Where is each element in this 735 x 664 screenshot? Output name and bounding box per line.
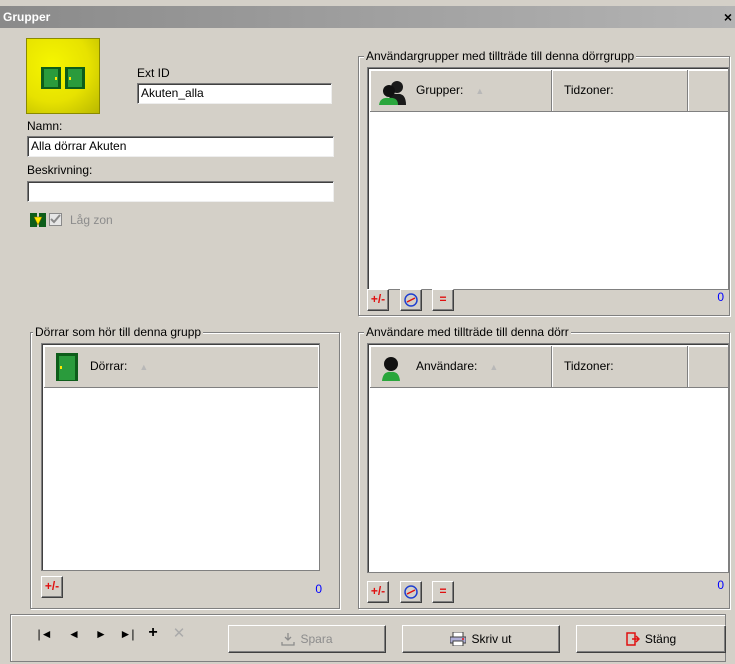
user-groups-count: 0: [717, 290, 724, 304]
column-header-filler: [688, 346, 728, 388]
door-group-image: [26, 38, 100, 114]
column-header-doors[interactable]: Dörrar: ▲: [44, 346, 318, 388]
low-zone-checkbox[interactable]: [49, 213, 62, 226]
doors-count: 0: [315, 582, 322, 596]
column-header-user-timezones[interactable]: Tidzoner:: [552, 346, 688, 388]
column-header-filler: [688, 70, 728, 112]
title-bar: Grupper ×: [0, 6, 735, 28]
door-icon: [56, 353, 78, 381]
column-header-users[interactable]: Användare: ▲: [370, 346, 552, 388]
print-label: Skriv ut: [471, 632, 512, 646]
users-column-label: Användare: ▲: [416, 359, 499, 373]
column-header-timezones[interactable]: Tidzoner:: [552, 70, 688, 112]
add-remove-group-button[interactable]: +/-: [367, 289, 389, 311]
footer-toolbar: |◄ ◄ ► ►| + ✕ Spara Skriv ut Stäng: [10, 614, 726, 662]
name-label: Namn:: [27, 119, 63, 133]
ext-id-label: Ext ID: [137, 66, 170, 80]
user-groups-title: Användargrupper med tillträde till denna…: [364, 49, 637, 63]
user-groups-panel: Användargrupper med tillträde till denna…: [358, 49, 730, 316]
groups-column-label: Grupper: ▲: [416, 83, 485, 97]
timezone-icon: [404, 293, 418, 307]
delete-record-icon[interactable]: ✕: [171, 624, 187, 642]
close-icon[interactable]: ×: [721, 6, 735, 28]
doors-title: Dörrar som hör till denna grupp: [33, 325, 204, 339]
checkmark-icon: [50, 214, 61, 224]
low-zone-icon: [30, 213, 46, 227]
save-icon: [281, 633, 296, 646]
equal-user-button[interactable]: =: [432, 581, 454, 603]
first-record-icon[interactable]: |◄: [37, 627, 53, 641]
timezone-user-button[interactable]: [400, 581, 422, 603]
doors-panel: Dörrar som hör till denna grupp Dörrar: ▲…: [30, 325, 340, 609]
description-label: Beskrivning:: [27, 163, 93, 177]
save-button[interactable]: Spara: [228, 625, 386, 653]
doors-column-label: Dörrar: ▲: [90, 359, 149, 373]
sort-arrow-icon: ▲: [489, 362, 499, 372]
name-field[interactable]: Alla dörrar Akuten: [27, 136, 334, 157]
low-zone-label: Låg zon: [70, 213, 113, 227]
column-header-groups[interactable]: Grupper: ▲: [370, 70, 552, 112]
next-record-icon[interactable]: ►: [93, 627, 109, 641]
user-timezones-column-label: Tidzoner:: [564, 359, 614, 373]
timezones-column-label: Tidzoner:: [564, 83, 614, 97]
equal-group-button[interactable]: =: [432, 289, 454, 311]
sort-arrow-icon: ▲: [475, 86, 485, 96]
description-field[interactable]: [27, 181, 334, 202]
groups-window: Grupper × Ext ID Akuten_alla Namn: Alla …: [0, 0, 735, 664]
double-door-icon: [41, 67, 85, 89]
exit-icon: [626, 632, 640, 646]
ext-id-field[interactable]: Akuten_alla: [137, 83, 332, 104]
add-remove-user-button[interactable]: +/-: [367, 581, 389, 603]
prev-record-icon[interactable]: ◄: [66, 627, 82, 641]
close-label: Stäng: [644, 632, 677, 646]
user-icon: [382, 357, 400, 381]
users-title: Användare med tillträde till denna dörr: [364, 325, 571, 339]
window-title: Grupper: [3, 10, 51, 24]
sort-arrow-icon: ▲: [139, 362, 149, 372]
print-button[interactable]: Skriv ut: [402, 625, 560, 653]
user-groups-list[interactable]: Grupper: ▲ Tidzoner:: [367, 67, 729, 290]
doors-list[interactable]: Dörrar: ▲: [41, 343, 320, 571]
timezone-icon: [404, 585, 418, 599]
save-label: Spara: [300, 632, 333, 646]
printer-icon: [450, 632, 467, 646]
timezone-group-button[interactable]: [400, 289, 422, 311]
last-record-icon[interactable]: ►|: [119, 627, 135, 641]
users-count: 0: [717, 578, 724, 592]
user-group-icon: [379, 81, 406, 105]
add-remove-door-button[interactable]: +/-: [41, 576, 63, 598]
users-panel: Användare med tillträde till denna dörr …: [358, 325, 730, 609]
close-button[interactable]: Stäng: [576, 625, 726, 653]
add-record-icon[interactable]: +: [145, 624, 161, 642]
users-list[interactable]: Användare: ▲ Tidzoner:: [367, 343, 729, 573]
